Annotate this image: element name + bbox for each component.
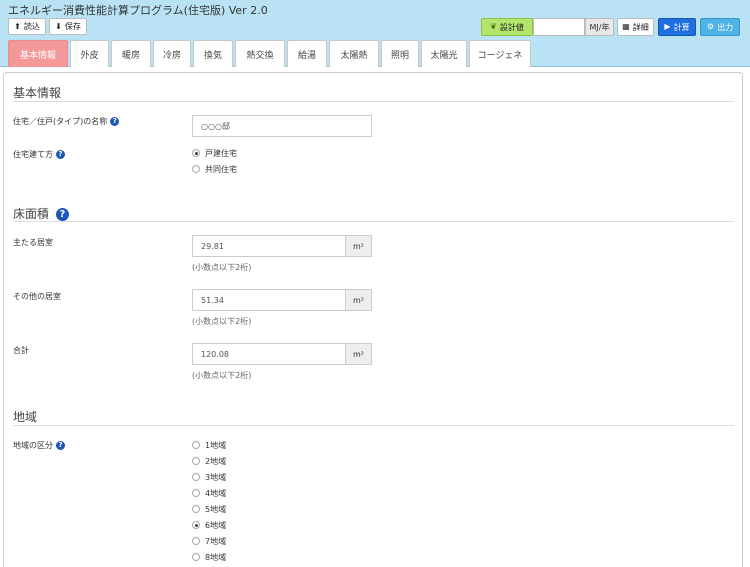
load-button-label: 読込 [23,22,40,31]
other-room-label: その他の居室 [13,292,61,301]
detail-button[interactable]: ▦ 詳細 [617,18,654,36]
detail-button-label: 詳細 [632,22,649,32]
radio-button[interactable] [192,553,200,561]
design-value-field [533,18,585,36]
radio-region-8[interactable]: 8地域 [192,551,226,563]
floor-area-title-text: 床面積 [13,207,50,221]
area-unit-label: m² [345,235,372,257]
radio-button[interactable] [192,441,200,449]
form-panel [3,72,743,567]
help-circle-icon[interactable]: ? [55,208,69,221]
load-button[interactable]: ⬆ 読込 [8,18,46,35]
radio-region-4[interactable]: 4地域 [192,487,226,499]
area-unit-label: m² [345,343,372,365]
tab-heating[interactable]: 暖房 [111,40,151,67]
tab-ventilation[interactable]: 換気 [193,40,233,67]
house-name-label-text: 住宅／住戸(タイプ)の名称 [13,117,108,126]
radio-button[interactable] [192,457,200,465]
calculate-button[interactable]: ▶ 計算 [658,18,696,36]
radio-label: 6地域 [205,520,227,530]
radio-region-7[interactable]: 7地域 [192,535,226,547]
radio-label: 1地域 [205,440,227,450]
radio-label: 4地域 [205,488,227,498]
region-label-text: 地域の区分 [13,441,53,450]
tab-cooling[interactable]: 冷房 [153,40,191,67]
radio-label: 7地域 [205,536,227,546]
output-button-label: 出力 [717,22,734,32]
radio-button[interactable] [192,473,200,481]
radio-button[interactable] [192,505,200,513]
radio-label: 5地域 [205,504,227,514]
design-value-button[interactable]: ❦ 設計値 [481,18,533,36]
decimal-note: (小数点以下2桁) [192,371,252,380]
section-divider [13,221,734,222]
radio-region-1[interactable]: 1地域 [192,439,226,451]
tab-hot-water[interactable]: 給湯 [287,40,327,67]
main-room-label: 主たる居室 [13,238,53,247]
download-icon: ⬇ [55,21,62,31]
radio-button[interactable] [192,537,200,545]
radio-apartment-house[interactable]: 共同住宅 [192,163,237,175]
radio-region-5[interactable]: 5地域 [192,503,226,515]
section-divider [13,425,734,426]
help-circle-icon[interactable]: ? [56,150,65,159]
grid-icon: ▦ [622,22,630,31]
radio-button-selected[interactable] [192,149,200,157]
tab-lighting[interactable]: 照明 [381,40,419,67]
section-title-region: 地域 [13,410,38,424]
radio-region-6[interactable]: 6地域 [192,519,226,531]
calculate-button-label: 計算 [673,22,690,32]
house-type-label-text: 住宅建て方 [13,150,53,159]
design-value-label: 設計値 [499,22,524,32]
radio-label: 2地域 [205,456,227,466]
help-circle-icon[interactable]: ? [56,441,65,450]
area-unit-label: m² [345,289,372,311]
region-label: 地域の区分 ? [13,440,65,451]
output-button[interactable]: ⚙ 出力 [700,18,740,36]
tab-solar-power[interactable]: 太陽光 [421,40,467,67]
save-button[interactable]: ⬇ 保存 [49,18,87,35]
app-header: エネルギー消費性能計算プログラム(住宅版) Ver 2.0 ⬆ 読込 ⬇ 保存 … [0,0,750,67]
decimal-note: (小数点以下2桁) [192,263,252,272]
tab-solar-heat[interactable]: 太陽熱 [329,40,379,67]
tab-bar: 基本情報 外皮 暖房 冷房 換気 熱交換 給湯 太陽熱 照明 太陽光 コージェネ [8,40,533,67]
decimal-note: (小数点以下2桁) [192,317,252,326]
tab-envelope[interactable]: 外皮 [70,40,109,67]
section-title-basic-info: 基本情報 [13,86,62,100]
app-title: エネルギー消費性能計算プログラム(住宅版) Ver 2.0 [8,4,268,17]
house-name-input[interactable]: ○○○邸 [192,115,372,137]
radio-region-3[interactable]: 3地域 [192,471,226,483]
radio-label: 8地域 [205,552,227,562]
total-area-label: 合計 [13,346,29,355]
play-icon: ▶ [664,22,671,31]
leaf-icon: ❦ [490,22,497,31]
house-type-label: 住宅建て方 ? [13,149,65,160]
upload-icon: ⬆ [14,21,21,31]
radio-label: 戸建住宅 [205,148,237,158]
tab-cogeneration[interactable]: コージェネ [469,40,531,67]
house-name-label: 住宅／住戸(タイプ)の名称 ? [13,116,120,127]
energy-unit-label: MJ/年 [585,18,614,36]
help-circle-icon[interactable]: ? [110,117,120,126]
radio-button-selected[interactable] [192,521,200,529]
gear-icon: ⚙ [706,22,715,31]
radio-label: 3地域 [205,472,227,482]
radio-region-2[interactable]: 2地域 [192,455,226,467]
section-title-floor-area: 床面積 ? [13,205,69,222]
radio-button[interactable] [192,165,200,173]
radio-detached-house[interactable]: 戸建住宅 [192,147,237,159]
radio-button[interactable] [192,489,200,497]
tab-basic-info[interactable]: 基本情報 [8,40,68,67]
tab-heat-exchange[interactable]: 熱交換 [235,40,285,67]
save-button-label: 保存 [64,22,81,31]
section-divider [13,101,734,102]
radio-label: 共同住宅 [205,164,237,174]
